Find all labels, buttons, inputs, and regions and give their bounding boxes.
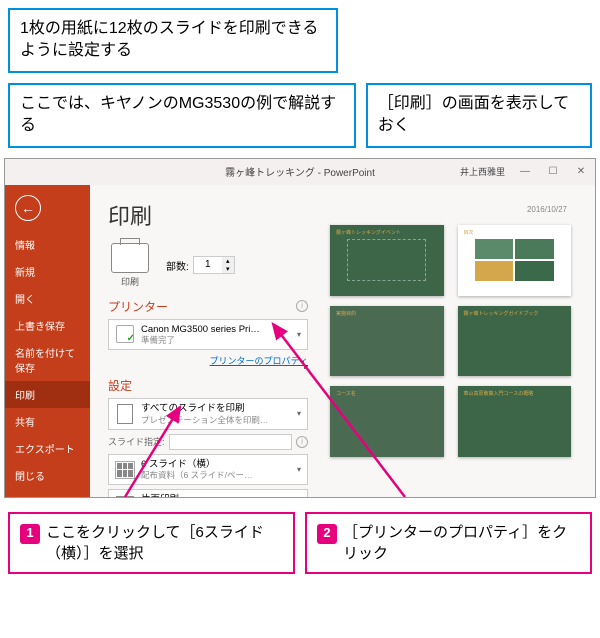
slide-thumb-1: 霧ヶ峰トレッキングイベント [330,225,444,296]
slide-range-label: スライド指定: [108,435,165,448]
info-icon[interactable]: i [296,436,308,448]
info-icon[interactable]: i [296,300,308,312]
slide-thumb-6: 車山高原散策入門コースの概略 [458,386,572,457]
cursor-icon: ↖ [303,362,312,375]
chevron-down-icon: ▾ [297,465,301,474]
nav-item-0[interactable]: 情報 [5,231,90,258]
slide-thumb-3: 実施目的 [330,306,444,377]
printer-section-label: プリンター i [108,298,308,315]
slide-thumb-4: 霧ヶ峰トレッキングガイドブック [458,306,572,377]
copies-spinner[interactable]: ▴▾ [222,257,234,273]
chevron-down-icon: ▾ [297,409,301,418]
step-1-callout: 1 ここをクリックして［6スライド（横）］を選択 [8,512,295,574]
printer-icon [111,243,149,273]
minimize-button[interactable]: — [511,159,539,185]
printer-status-icon [116,325,134,343]
nav-item-1[interactable]: 新規 [5,258,90,285]
copies-label: 部数: [166,258,189,273]
handout-icon [115,461,135,479]
callout-example: ここでは、キヤノンのMG3530の例で解説する [8,83,356,148]
preview-date: 2016/10/27 [527,205,567,214]
step-2-badge: 2 [317,524,337,544]
copies-input[interactable]: 1 ▴▾ [193,256,235,274]
print-button[interactable]: 印刷 [108,243,152,288]
callout-precondition: ［印刷］の画面を表示しておく [366,83,592,148]
window-user: 井上西雅里 [460,165,505,178]
backstage-sidebar: ← 情報新規開く上書き保存名前を付けて保存印刷共有エクスポート閉じるアカウントオ… [5,185,90,498]
window-title: 霧ヶ峰トレッキング - PowerPoint [225,164,375,179]
chevron-down-icon: ▾ [297,330,301,339]
slide-range-input[interactable] [169,434,292,450]
slide-thumb-5: コース名 [330,386,444,457]
back-button[interactable]: ← [15,195,41,221]
page-icon [117,404,133,424]
duplex-dropdown[interactable]: 片面印刷 ページの片面のみを印刷します ▾ [108,489,308,497]
printer-properties-link[interactable]: プリンターのプロパティ ↖ [108,354,308,367]
nav-item-4[interactable]: 名前を付けて保存 [5,339,90,381]
step-2-callout: 2 ［プリンターのプロパティ］をクリック [305,512,592,574]
print-preview: 2016/10/27 霧ヶ峰トレッキングイベント 目次 実施目的 霧ヶ峰トレッキ… [324,199,577,485]
nav-item-7[interactable]: エクスポート [5,435,90,462]
nav-item-8[interactable]: 閉じる [5,462,90,489]
nav-item-3[interactable]: 上書き保存 [5,312,90,339]
maximize-button[interactable]: ☐ [539,159,567,185]
slide-thumb-2: 目次 [458,225,572,296]
print-what-dropdown[interactable]: すべてのスライドを印刷 プレゼンテーション全体を印刷… ▾ [108,398,308,430]
copies-control: 部数: 1 ▴▾ [166,256,235,274]
callout-goal: 1枚の用紙に12枚のスライドを印刷できるように設定する [8,8,338,73]
nav-item-2[interactable]: 開く [5,285,90,312]
duplex-icon [116,496,134,497]
step-1-badge: 1 [20,524,40,544]
page-title: 印刷 [108,199,308,231]
close-button[interactable]: ✕ [567,159,595,185]
printer-dropdown[interactable]: Canon MG3500 series Pri… 準備完了 ▾ [108,319,308,351]
settings-section-label: 設定 [108,377,308,394]
nav-item-6[interactable]: 共有 [5,408,90,435]
nav-item-5[interactable]: 印刷 [5,381,90,408]
powerpoint-window: 霧ヶ峰トレッキング - PowerPoint 井上西雅里 — ☐ ✕ ← 情報新… [4,158,596,498]
window-titlebar: 霧ヶ峰トレッキング - PowerPoint 井上西雅里 — ☐ ✕ [5,159,595,185]
layout-dropdown[interactable]: 6 スライド（横） 配布資料（6 スライド/ペー… ▾ [108,454,308,486]
